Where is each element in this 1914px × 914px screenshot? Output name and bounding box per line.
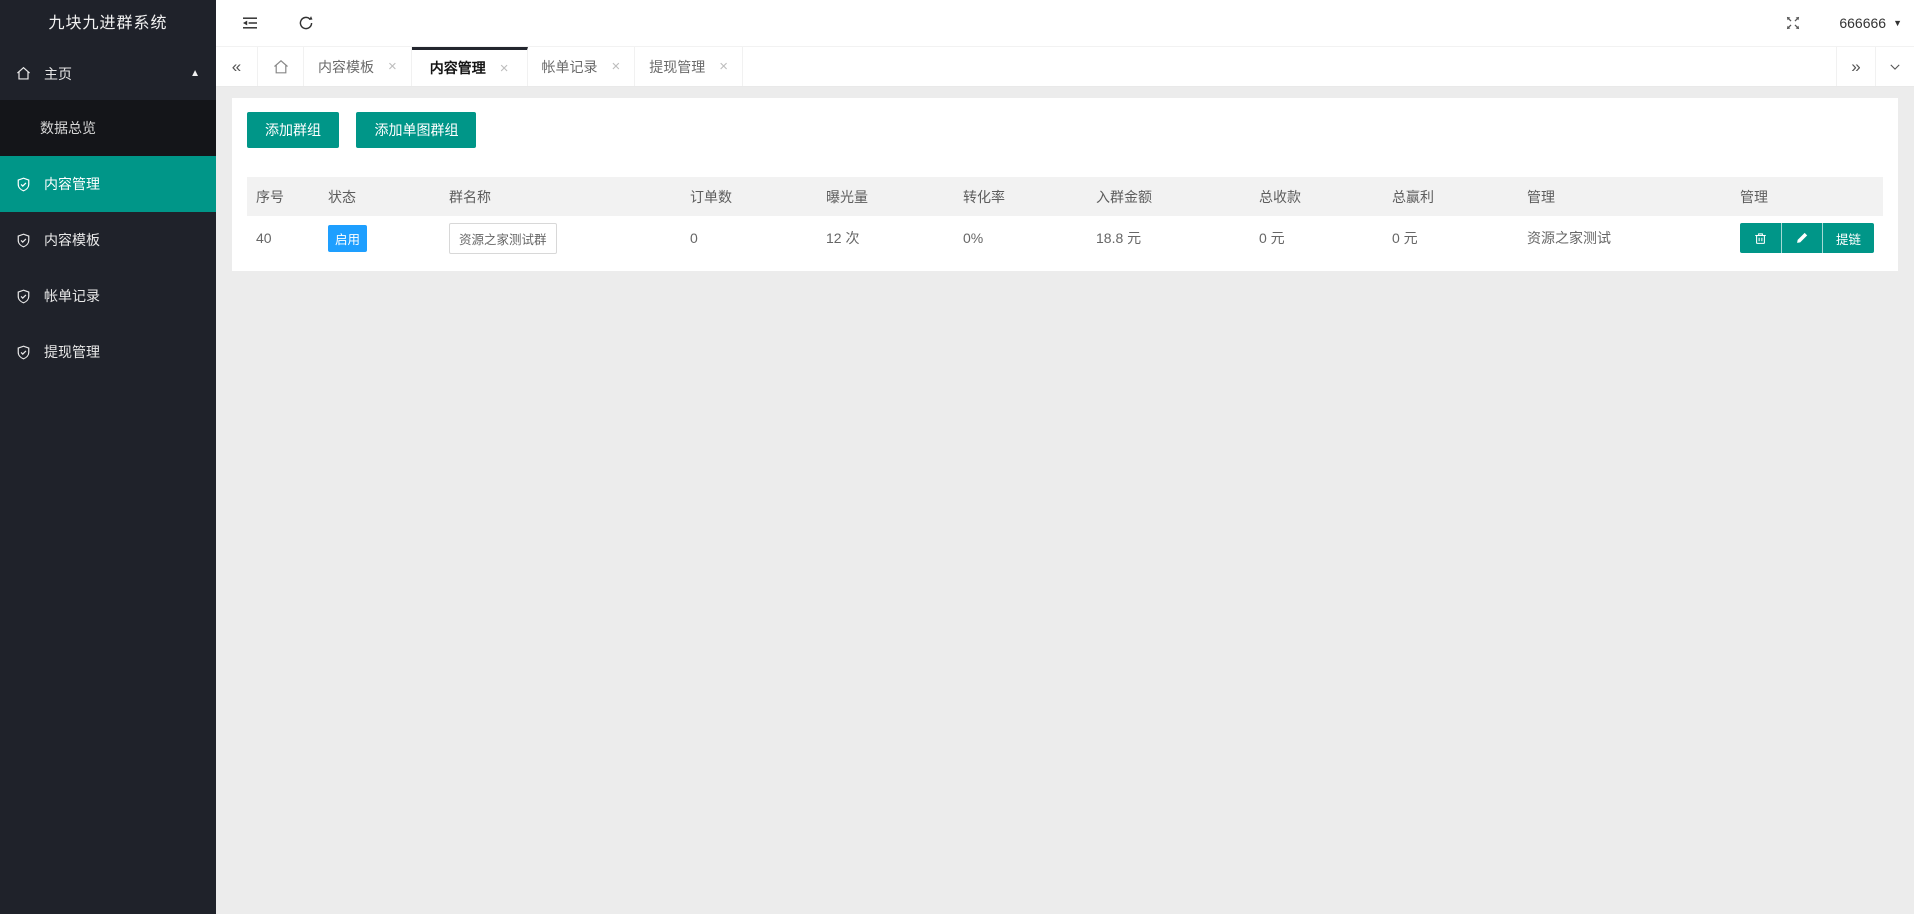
refresh-button[interactable]: [286, 0, 326, 46]
groups-table-wrap: 序号 状态 群名称 订单数 曝光量 转化率 入群金额 总收款 总赢利 管理 管理: [247, 177, 1883, 260]
content-card: 添加群组 添加单图群组 序号 状态 群名称 订: [232, 98, 1898, 271]
group-name-button[interactable]: 资源之家测试群: [449, 223, 557, 254]
username: 666666: [1839, 15, 1886, 31]
close-icon[interactable]: ×: [612, 59, 621, 74]
caret-down-icon: ▼: [1893, 18, 1902, 28]
cell-conversion: 0%: [954, 216, 1087, 260]
pencil-icon: [1795, 231, 1809, 245]
sidebar-item-label: 内容管理: [44, 174, 100, 194]
tab-home[interactable]: [258, 47, 304, 86]
close-icon[interactable]: ×: [388, 59, 397, 74]
tab-withdraw-manage[interactable]: 提现管理 ×: [635, 47, 743, 86]
tabs-scroll-right-button[interactable]: »: [1836, 47, 1875, 86]
tabbar: « 内容模板 × 内容管理 × 帐单记录 × 提现管理 × »: [216, 47, 1914, 87]
sidebar-menu: 主页 ▲ 数据总览 内容管理 内容模板: [0, 47, 216, 380]
col-header-status: 状态: [319, 177, 440, 216]
col-header-join-amount: 入群金额: [1087, 177, 1250, 216]
shield-check-icon: [16, 233, 31, 248]
table-row: 40 启用 资源之家测试群 0 12 次 0% 18.8 元 0 元: [247, 216, 1883, 260]
sidebar-item-home[interactable]: 主页 ▲: [0, 47, 216, 100]
refresh-icon: [297, 14, 315, 32]
sidebar-item-content-manage[interactable]: 内容管理: [0, 156, 216, 212]
cell-total-profit: 0 元: [1383, 216, 1518, 260]
col-header-actions: 管理: [1731, 177, 1883, 216]
col-header-exposure: 曝光量: [817, 177, 954, 216]
topbar: 666666 ▼: [216, 0, 1914, 47]
col-header-manager: 管理: [1518, 177, 1731, 216]
app-title: 九块九进群系统: [0, 0, 216, 47]
col-header-total-profit: 总赢利: [1383, 177, 1518, 216]
sidebar-item-label: 帐单记录: [44, 286, 100, 306]
user-menu[interactable]: 666666 ▼: [1835, 0, 1912, 46]
tab-label: 内容模板: [318, 57, 374, 77]
main-content: 添加群组 添加单图群组 序号 状态 群名称 订: [216, 88, 1914, 914]
caret-up-icon: ▲: [190, 68, 200, 79]
home-icon: [16, 66, 31, 81]
sidebar: 九块九进群系统 主页 ▲ 数据总览 内容管理: [0, 0, 216, 914]
admin-app: 九块九进群系统 主页 ▲ 数据总览 内容管理: [0, 0, 1914, 914]
cell-orders: 0: [681, 216, 817, 260]
tab-label: 内容管理: [430, 58, 486, 78]
tab-label: 帐单记录: [542, 57, 598, 77]
tab-bill-records[interactable]: 帐单记录 ×: [528, 47, 636, 86]
sidebar-item-label: 内容模板: [44, 230, 100, 250]
fullscreen-button[interactable]: [1773, 0, 1813, 46]
chevrons-right-icon: »: [1851, 57, 1860, 77]
cell-exposure: 12 次: [817, 216, 954, 260]
sidebar-item-content-template[interactable]: 内容模板: [0, 212, 216, 268]
col-header-group-name: 群名称: [440, 177, 681, 216]
tab-label: 提现管理: [649, 57, 705, 77]
tabs-scroll-left-button[interactable]: «: [216, 47, 258, 86]
cell-status: 启用: [319, 216, 440, 260]
collapse-sidebar-icon: [240, 13, 260, 33]
cell-id: 40: [247, 216, 319, 260]
sidebar-item-data-overview[interactable]: 数据总览: [0, 100, 216, 156]
sidebar-item-label: 数据总览: [40, 118, 96, 138]
col-header-orders: 订单数: [681, 177, 817, 216]
shield-check-icon: [16, 177, 31, 192]
edit-button[interactable]: [1782, 223, 1823, 253]
home-icon: [273, 59, 289, 75]
chevrons-left-icon: «: [232, 57, 241, 77]
add-single-image-group-button[interactable]: 添加单图群组: [356, 112, 476, 148]
add-group-button[interactable]: 添加群组: [247, 112, 339, 148]
delete-button[interactable]: [1740, 223, 1782, 253]
tabs-menu-button[interactable]: [1875, 47, 1914, 86]
shield-check-icon: [16, 345, 31, 360]
extract-link-button[interactable]: 提链: [1823, 223, 1874, 253]
sidebar-item-withdraw-manage[interactable]: 提现管理: [0, 324, 216, 380]
groups-table: 序号 状态 群名称 订单数 曝光量 转化率 入群金额 总收款 总赢利 管理 管理: [247, 177, 1883, 260]
chevron-down-icon: [1888, 60, 1902, 74]
cell-group-name: 资源之家测试群: [440, 216, 681, 260]
tabbar-right-controls: »: [1836, 47, 1914, 86]
cell-total-received: 0 元: [1250, 216, 1383, 260]
sidebar-item-bill-records[interactable]: 帐单记录: [0, 268, 216, 324]
collapse-sidebar-button[interactable]: [230, 0, 270, 46]
fullscreen-icon: [1784, 14, 1802, 32]
col-header-total-received: 总收款: [1250, 177, 1383, 216]
col-header-conversion: 转化率: [954, 177, 1087, 216]
sidebar-item-label: 提现管理: [44, 342, 100, 362]
cell-manager: 资源之家测试: [1518, 216, 1731, 260]
close-icon[interactable]: ×: [719, 59, 728, 74]
sidebar-item-label: 主页: [44, 64, 72, 84]
cell-join-amount: 18.8 元: [1087, 216, 1250, 260]
table-header-row: 序号 状态 群名称 订单数 曝光量 转化率 入群金额 总收款 总赢利 管理 管理: [247, 177, 1883, 216]
tab-content-template[interactable]: 内容模板 ×: [304, 47, 412, 86]
cell-actions: 提链: [1731, 216, 1883, 260]
col-header-id: 序号: [247, 177, 319, 216]
trash-icon: [1753, 231, 1768, 246]
tab-content-manage[interactable]: 内容管理 ×: [412, 47, 528, 86]
shield-check-icon: [16, 289, 31, 304]
status-badge[interactable]: 启用: [328, 225, 367, 252]
row-action-group: 提链: [1740, 223, 1874, 253]
close-icon[interactable]: ×: [500, 61, 509, 76]
